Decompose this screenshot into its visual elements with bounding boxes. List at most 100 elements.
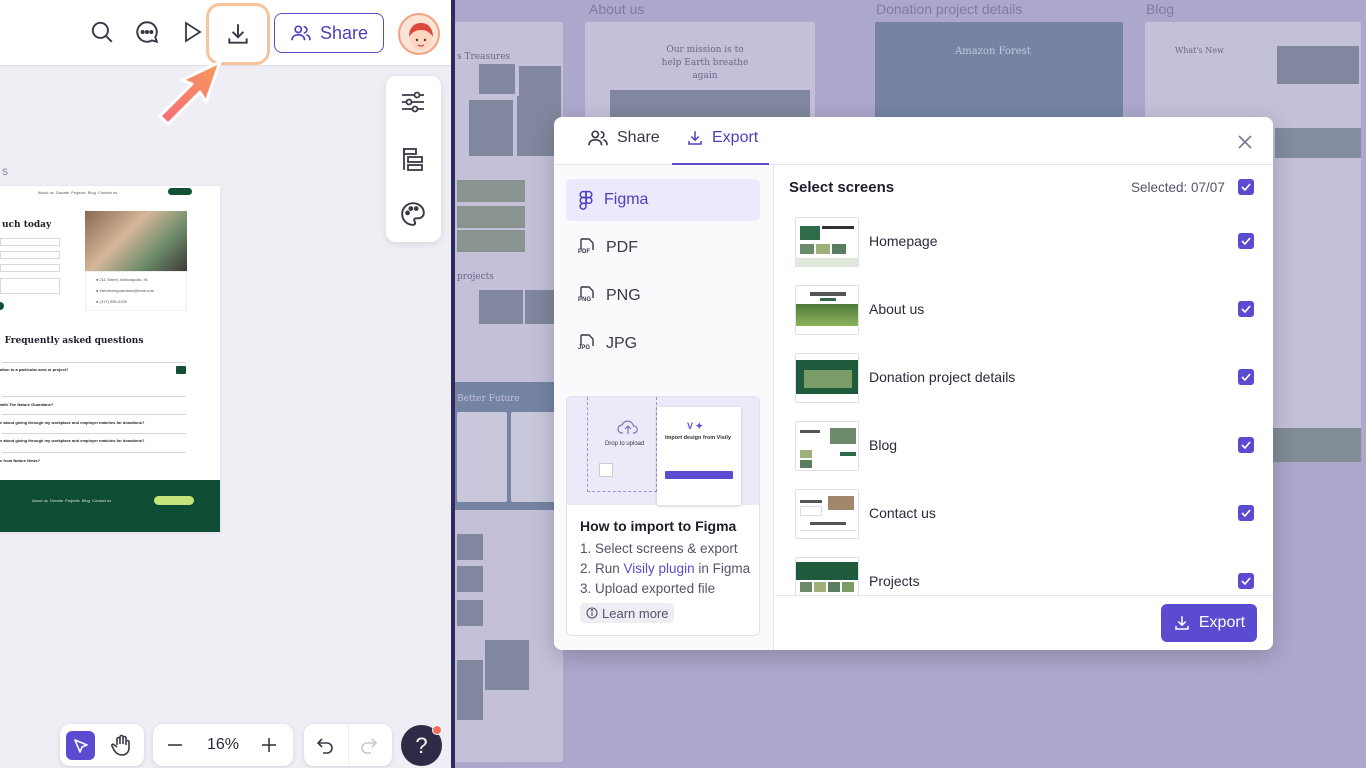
redo-icon[interactable] bbox=[360, 735, 380, 760]
guide-title: How to import to Figma bbox=[580, 518, 737, 534]
figma-import-guide: Drop to upload Import design from Visily… bbox=[566, 396, 760, 636]
hand-icon[interactable] bbox=[110, 733, 134, 762]
contact-heading: uch today bbox=[2, 220, 52, 230]
jpg-icon: JPG bbox=[578, 334, 596, 354]
share-label: Share bbox=[319, 22, 369, 43]
guide-step: 1. Select screens & export bbox=[580, 541, 738, 556]
faq-item[interactable]: e from Nature News? bbox=[0, 458, 40, 463]
form-fields bbox=[0, 236, 60, 296]
zoom-level[interactable]: 16% bbox=[195, 736, 251, 754]
screen-thumbnail bbox=[795, 353, 859, 403]
screen-thumbnail bbox=[795, 489, 859, 539]
screen-row-contact[interactable]: Contact us bbox=[775, 489, 1273, 557]
zoom-in-icon[interactable] bbox=[257, 733, 281, 757]
screen-row-about[interactable]: About us bbox=[775, 285, 1273, 353]
learn-more-button[interactable]: Learn more bbox=[580, 603, 675, 623]
screen-thumbnail bbox=[795, 217, 859, 267]
layers-icon[interactable] bbox=[399, 145, 427, 173]
selected-count: Selected: 07/07 bbox=[1131, 180, 1225, 195]
format-label: PNG bbox=[606, 287, 641, 304]
comment-icon[interactable] bbox=[131, 16, 163, 48]
undo-icon[interactable] bbox=[314, 735, 334, 760]
page-footer: About us Donate Projects Blog Contact us bbox=[0, 480, 220, 532]
screen-row-donation[interactable]: Donation project details bbox=[775, 353, 1273, 421]
faq-item[interactable]: ation to a particular area or project? bbox=[0, 367, 68, 372]
faq-item[interactable]: with The Nature Guardians? bbox=[0, 402, 53, 407]
screen-thumbnail bbox=[795, 421, 859, 471]
tab-share[interactable]: Share bbox=[587, 129, 660, 165]
faq-title: Frequently asked questions bbox=[4, 336, 144, 346]
frame-label: s bbox=[2, 164, 8, 178]
format-pdf[interactable]: PDF PDF bbox=[566, 227, 760, 269]
tool-group bbox=[60, 724, 144, 766]
png-icon: PNG bbox=[578, 286, 596, 306]
guide-illustration: Drop to upload Import design from Visily… bbox=[567, 397, 759, 505]
export-label: Export bbox=[1198, 614, 1246, 631]
avatar[interactable] bbox=[398, 13, 440, 55]
users-icon bbox=[588, 130, 608, 146]
bottom-toolbar: 16% ? bbox=[60, 724, 450, 768]
cursor-icon[interactable] bbox=[66, 731, 95, 760]
select-screens-title: Select screens bbox=[789, 179, 895, 196]
screen-name: Blog bbox=[869, 437, 898, 453]
guide-step: 2. Run Visily plugin in Figma bbox=[580, 561, 751, 576]
download-icon bbox=[1175, 616, 1189, 630]
tab-share-label: Share bbox=[617, 129, 660, 146]
screen-checkbox[interactable] bbox=[1238, 369, 1254, 385]
format-png[interactable]: PNG PNG bbox=[566, 275, 760, 317]
pdf-icon: PDF bbox=[578, 238, 596, 258]
format-label: PDF bbox=[606, 239, 638, 256]
tab-export[interactable]: Export bbox=[672, 129, 769, 165]
format-jpg[interactable]: JPG JPG bbox=[566, 323, 760, 365]
export-button[interactable]: Export bbox=[1161, 604, 1257, 642]
guide-import-text: Import design from Visily bbox=[665, 435, 731, 441]
palette-icon[interactable] bbox=[399, 200, 427, 228]
screen-checkbox[interactable] bbox=[1238, 233, 1254, 249]
download-icon bbox=[228, 24, 248, 44]
screen-name: Contact us bbox=[869, 505, 936, 521]
format-label: JPG bbox=[606, 335, 638, 352]
screen-checkbox[interactable] bbox=[1238, 573, 1254, 589]
donate-pill bbox=[168, 188, 192, 195]
faq-item[interactable]: e about giving through my workplace and … bbox=[0, 420, 144, 425]
pointer-arrow-icon bbox=[158, 60, 222, 126]
download-icon bbox=[688, 131, 702, 145]
screen-selection-panel: Select screens Selected: 07/07 Homepage bbox=[775, 165, 1273, 650]
tab-export-label: Export bbox=[712, 129, 759, 146]
screen-checkbox[interactable] bbox=[1238, 505, 1254, 521]
contact-info-card: ● 211 Street, Indianapolis, IN ● thenatu… bbox=[85, 271, 187, 311]
zoom-control: 16% bbox=[153, 724, 293, 766]
format-label: Figma bbox=[604, 191, 649, 208]
contact-page-frame[interactable]: About us Donate Projects Blog Contact us… bbox=[0, 186, 220, 532]
history-control bbox=[304, 724, 392, 766]
team-photo bbox=[85, 211, 187, 271]
sliders-icon[interactable] bbox=[399, 88, 427, 116]
screen-checkbox[interactable] bbox=[1238, 301, 1254, 317]
guide-drop-text: Drop to upload bbox=[605, 441, 645, 447]
close-icon[interactable] bbox=[1235, 132, 1255, 152]
figma-icon bbox=[579, 190, 593, 210]
screen-name: Projects bbox=[869, 573, 920, 589]
canvas-area[interactable]: Share s About us Donate Projects Blog Co… bbox=[0, 0, 451, 768]
search-icon[interactable] bbox=[86, 16, 118, 48]
faq-item[interactable]: e about giving through my workplace and … bbox=[0, 438, 144, 443]
screen-name: Homepage bbox=[869, 233, 938, 249]
format-figma[interactable]: Figma bbox=[566, 179, 760, 221]
screen-thumbnail bbox=[795, 285, 859, 335]
select-all-checkbox[interactable] bbox=[1238, 179, 1254, 195]
zoom-out-icon[interactable] bbox=[163, 733, 187, 757]
screen-checkbox[interactable] bbox=[1238, 437, 1254, 453]
screen-name: About us bbox=[869, 301, 925, 317]
info-icon bbox=[586, 607, 598, 619]
users-icon bbox=[291, 25, 311, 41]
screen-row-homepage[interactable]: Homepage bbox=[775, 217, 1273, 285]
export-dialog: Share Export Figma PDF PDF PNG PNG JPG J… bbox=[554, 117, 1273, 650]
play-icon[interactable] bbox=[176, 16, 208, 48]
screen-name: Donation project details bbox=[869, 369, 1016, 385]
share-button[interactable]: Share bbox=[274, 13, 384, 53]
learn-more-label: Learn more bbox=[602, 605, 669, 621]
dialog-footer: Export bbox=[775, 595, 1273, 650]
visily-plugin-link[interactable]: Visily plugin bbox=[624, 561, 695, 576]
screen-row-blog[interactable]: Blog bbox=[775, 421, 1273, 489]
format-panel: Figma PDF PDF PNG PNG JPG JPG Drop to up… bbox=[554, 165, 774, 650]
